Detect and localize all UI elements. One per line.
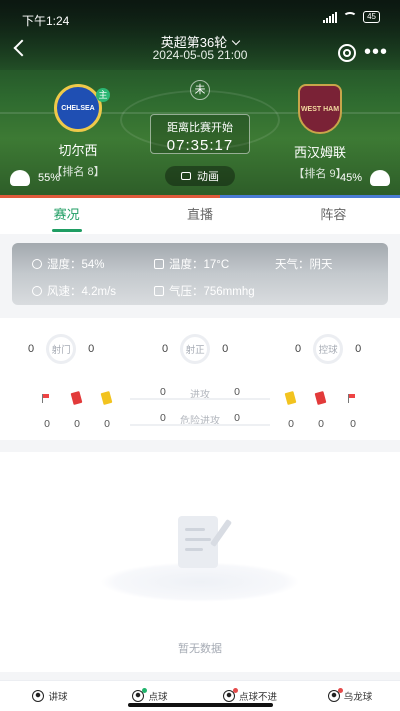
- target-icon[interactable]: [338, 44, 356, 62]
- yellow-card-icon: [284, 391, 297, 405]
- home-possession-value: 55%: [38, 172, 61, 184]
- home-yellow-cards: 0: [104, 418, 110, 430]
- ball-green-icon: [132, 688, 148, 702]
- empty-message: 暂无数据: [178, 643, 222, 655]
- away-attacks: 0: [234, 386, 240, 398]
- ball-red-icon: [327, 688, 343, 702]
- humidity: 湿度：54%: [47, 259, 105, 271]
- humidity-icon: [32, 259, 42, 269]
- ball-red-icon: [222, 688, 238, 702]
- home-team-name: 切尔西: [58, 143, 98, 158]
- stat-possession: 0 控球 0: [295, 334, 361, 364]
- away-team-crest: WEST HAM: [298, 84, 342, 134]
- stat-dangerous-attacks: 0 危险进攻 0: [130, 412, 270, 427]
- animation-label: 动画: [197, 171, 219, 183]
- top-nav: 英超第36轮 2024-05-05 21:00 •••: [0, 30, 400, 70]
- stat-home-value: 0: [28, 343, 35, 355]
- wind-speed: 风速：4.2m/s: [47, 286, 117, 298]
- animation-button[interactable]: 动画: [165, 166, 235, 186]
- stat-away-value: 0: [88, 343, 95, 355]
- stat-away-value: 0: [355, 343, 362, 355]
- home-possession: 55%: [10, 170, 60, 186]
- legend-own-goal[interactable]: 乌龙球: [300, 681, 400, 711]
- stat-attacks: 0 进攻 0: [130, 386, 270, 401]
- stat-ring: 射正: [180, 334, 211, 364]
- countdown-box: 距离比赛开始 07:35:17: [150, 114, 250, 154]
- away-team[interactable]: WEST HAM 西汉姆联 【排名 9】: [270, 84, 370, 181]
- empty-state: 暂无数据: [0, 452, 400, 672]
- stat-shots: 0 射门 0: [28, 334, 94, 364]
- stat-ring: 射门: [46, 334, 77, 364]
- stat-shots-on-target: 0 射正 0: [162, 334, 228, 364]
- strength-arm-icon: [10, 170, 30, 186]
- signal-icon: [323, 11, 338, 23]
- home-team[interactable]: CHELSEA 主 切尔西 【排名 8】: [28, 84, 128, 179]
- stat-home-value: 0: [162, 343, 169, 355]
- match-header: 下午1:24 45 英超第36轮 2024-05-05 21:00 ••• CH…: [0, 0, 400, 198]
- red-card-icon: [314, 391, 327, 405]
- stat-ring: 控球: [313, 334, 344, 364]
- away-possession-value: 45%: [339, 172, 362, 184]
- empty-illustration: [100, 492, 300, 602]
- home-corners: 0: [44, 418, 50, 430]
- weather-condition: 天气：阴天: [275, 259, 333, 271]
- temperature: 温度：17°C: [169, 259, 230, 271]
- away-yellow-cards: 0: [288, 418, 294, 430]
- match-stats: 0 射门 0 0 射正 0 0 控球 0 0 0 0 0 进攻 0 0 危险进攻…: [0, 318, 400, 440]
- air-pressure: 气压：756mmhg: [169, 286, 255, 298]
- away-corners: 0: [350, 418, 356, 430]
- corner-flag-icon: [348, 394, 356, 403]
- chevron-down-icon: [231, 36, 241, 46]
- corner-flag-icon: [42, 394, 50, 403]
- countdown-value: 07:35:17: [166, 137, 234, 154]
- match-status-badge: 未: [190, 80, 210, 100]
- countdown-label: 距离比赛开始: [167, 122, 233, 134]
- battery-icon: 45: [363, 11, 380, 23]
- weather-card: 湿度：54% 温度：17°C 天气：阴天 风速：4.2m/s 气压：756mmh…: [12, 243, 388, 305]
- home-indicator: [128, 703, 273, 707]
- thermometer-icon: [154, 259, 164, 269]
- stat-home-value: 0: [295, 343, 302, 355]
- away-red-cards: 0: [318, 418, 324, 430]
- yellow-card-icon: [100, 391, 113, 405]
- away-dangerous-attacks: 0: [234, 412, 240, 424]
- status-time: 下午1:24: [22, 14, 70, 28]
- wind-icon: [32, 286, 42, 296]
- pressure-icon: [154, 286, 164, 296]
- film-icon: [181, 172, 191, 180]
- stat-away-value: 0: [222, 343, 229, 355]
- home-badge: 主: [96, 88, 110, 102]
- tab-overview[interactable]: 赛况: [0, 198, 133, 234]
- away-team-name: 西汉姆联: [293, 145, 346, 160]
- tab-lineup[interactable]: 阵容: [267, 198, 400, 234]
- more-icon[interactable]: •••: [364, 42, 388, 62]
- tab-bar: 赛况 直播 阵容: [0, 198, 400, 234]
- home-red-cards: 0: [74, 418, 80, 430]
- home-team-crest: CHELSEA: [54, 84, 102, 132]
- legend-goal[interactable]: 讲球: [0, 681, 100, 711]
- away-possession: 45%: [340, 170, 390, 186]
- strength-arm-icon: [370, 170, 390, 186]
- wifi-icon: [343, 12, 358, 22]
- ball-icon: [32, 690, 45, 702]
- red-card-icon: [70, 391, 83, 405]
- tab-live[interactable]: 直播: [133, 198, 266, 234]
